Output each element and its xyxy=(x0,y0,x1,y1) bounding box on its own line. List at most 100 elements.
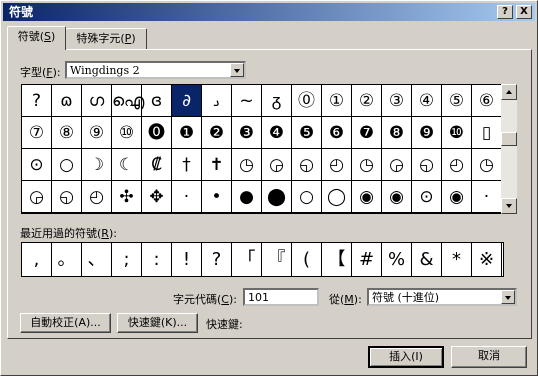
scroll-down-icon[interactable] xyxy=(501,198,517,214)
symbol-cell[interactable]: ⬤ xyxy=(262,181,292,213)
symbol-cell[interactable]: ɷ xyxy=(52,85,82,117)
symbol-cell[interactable]: ɞ xyxy=(142,85,172,117)
recent-symbol-cell[interactable]: # xyxy=(352,243,382,276)
symbol-cell[interactable]: ① xyxy=(322,85,352,117)
recent-symbol-cell[interactable]: * xyxy=(442,243,472,276)
scroll-up-icon[interactable] xyxy=(501,84,517,100)
from-select[interactable]: 符號 (十進位) xyxy=(367,288,517,306)
symbol-cell[interactable]: ◷ xyxy=(472,149,502,181)
recent-symbol-cell[interactable]: ? xyxy=(202,243,232,276)
symbol-cell[interactable]: ❷ xyxy=(202,117,232,149)
recent-symbol-cell[interactable]: 。 xyxy=(52,243,82,276)
symbol-cell[interactable]: ⑨ xyxy=(82,117,112,149)
recent-symbol-cell[interactable]: & xyxy=(412,243,442,276)
symbol-cell[interactable]: ~ xyxy=(232,85,262,117)
symbol-cell[interactable]: ③ xyxy=(382,85,412,117)
close-button[interactable]: X xyxy=(516,5,532,19)
symbol-cell[interactable]: ⊙ xyxy=(22,149,52,181)
symbol-cell[interactable]: ⑤ xyxy=(442,85,472,117)
symbol-cell[interactable]: ◶ xyxy=(262,149,292,181)
recent-symbol-cell[interactable]: ; xyxy=(112,243,142,276)
symbol-cell[interactable]: ❻ xyxy=(322,117,352,149)
symbol-cell[interactable]: ⑦ xyxy=(22,117,52,149)
symbol-cell[interactable]: ◶ xyxy=(382,149,412,181)
symbol-cell[interactable]: ⑧ xyxy=(52,117,82,149)
symbol-cell[interactable]: ഐ xyxy=(112,85,144,117)
recent-symbol-cell[interactable]: ※ xyxy=(472,243,502,276)
symbol-cell[interactable]: ☾ xyxy=(112,149,142,181)
symbol-cell[interactable]: ഗ xyxy=(82,85,112,117)
scroll-thumb[interactable] xyxy=(501,132,517,146)
recent-symbol-cell[interactable]: 『 xyxy=(262,243,292,276)
cancel-button[interactable]: 取消 xyxy=(451,346,527,368)
symbol-cell[interactable]: ₡ xyxy=(142,149,172,181)
tab-symbols[interactable]: 符號(S) xyxy=(7,26,66,50)
symbol-cell[interactable]: ⓪ xyxy=(292,85,322,117)
autocorrect-button[interactable]: 自動校正(A)... xyxy=(20,313,111,333)
symbol-cell[interactable]: ○ xyxy=(52,149,82,181)
recent-symbol-cell[interactable]: ! xyxy=(172,243,202,276)
symbol-cell[interactable]: ◉ xyxy=(382,181,412,213)
recent-symbols-list[interactable]: ,。、;:!? 「『(【#% & * ※ xyxy=(21,242,504,277)
symbol-cell[interactable]: ⓿ xyxy=(142,117,172,149)
recent-symbol-cell[interactable]: : xyxy=(142,243,172,276)
symbol-cell[interactable]: ✝ xyxy=(202,149,232,181)
symbol-cell[interactable]: · xyxy=(172,181,202,213)
symbol-cell[interactable]: ▯ xyxy=(472,117,502,149)
symbol-cell[interactable]: ☽ xyxy=(82,149,112,181)
symbol-cell[interactable]: ● xyxy=(232,181,262,213)
symbol-cell[interactable]: ◵ xyxy=(412,149,442,181)
symbol-cell[interactable]: ◉ xyxy=(352,181,382,213)
symbol-cell[interactable]: ❾ xyxy=(412,117,442,149)
insert-button[interactable]: 插入(I) xyxy=(368,346,444,368)
symbol-cell[interactable]: ② xyxy=(352,85,382,117)
shortcut-key-button[interactable]: 快速鍵(K)... xyxy=(117,313,198,333)
symbol-cell[interactable]: ◷ xyxy=(352,149,382,181)
symbol-cell[interactable]: ❺ xyxy=(292,117,322,149)
symbol-cell[interactable]: ◵ xyxy=(292,149,322,181)
symbol-cell[interactable]: ◴ xyxy=(82,181,112,213)
symbol-cell[interactable]: ❶ xyxy=(172,117,202,149)
chevron-down-icon[interactable] xyxy=(230,63,244,77)
symbol-cell[interactable]: ◵ xyxy=(52,181,82,213)
symbol-cell[interactable]: ◴ xyxy=(322,149,352,181)
recent-symbol-cell[interactable]: , xyxy=(22,243,52,276)
symbol-cell[interactable]: ᵹ xyxy=(262,85,292,117)
symbol-cell[interactable]: ❸ xyxy=(232,117,262,149)
symbol-grid[interactable]: ? ɷ ഗ ഐ ɞ ∂ ࡅ ~ ᵹ ⓪ ① ② ③ ④ ⑤ ⑥ ⑦ ⑧ ⑨ ⑩ ⓿ ❶ ❷ ❸ ❹ ❺ ❻ ❼ ❽ ❾ ❿ ▯ ⊙ ○ ☽ ☾ ₡ † ✝ ◷… xyxy=(21,84,503,214)
symbol-cell[interactable]: ? xyxy=(22,85,52,117)
recent-symbol-cell[interactable]: 「 xyxy=(232,243,262,276)
symbol-cell[interactable]: ✣ xyxy=(112,181,142,213)
recent-symbol-cell[interactable]: ( xyxy=(292,243,322,276)
recent-symbol-cell[interactable]: 、 xyxy=(82,243,112,276)
symbol-cell[interactable]: ❿ xyxy=(442,117,472,149)
font-select[interactable]: Wingdings 2 xyxy=(65,61,246,79)
symbol-cell[interactable]: ⑥ xyxy=(472,85,502,117)
symbol-cell[interactable]: · xyxy=(472,181,502,213)
help-button[interactable]: ? xyxy=(497,5,513,19)
symbol-cell[interactable]: ◯ xyxy=(322,181,352,213)
symbol-cell[interactable]: ◉ xyxy=(442,181,472,213)
symbol-cell[interactable]: ④ xyxy=(412,85,442,117)
symbol-cell[interactable]: ❼ xyxy=(352,117,382,149)
symbol-cell[interactable]: † xyxy=(172,149,202,181)
tab-special-characters[interactable]: 特殊字元(P) xyxy=(65,28,147,49)
recent-symbol-cell[interactable]: % xyxy=(382,243,412,276)
charcode-input[interactable]: 101 xyxy=(243,288,319,306)
symbol-cell[interactable]: ࡅ xyxy=(202,85,232,117)
chevron-down-icon[interactable] xyxy=(501,290,515,304)
symbol-cell[interactable]: ❽ xyxy=(382,117,412,149)
shortcut-key-label: 快速鍵: xyxy=(206,318,243,331)
recent-symbol-cell[interactable]: 【 xyxy=(322,243,352,276)
symbol-cell[interactable]: ❹ xyxy=(262,117,292,149)
symbol-grid-scrollbar[interactable] xyxy=(501,84,517,214)
symbol-cell[interactable]: ⊙ xyxy=(412,181,442,213)
symbol-cell[interactable]: ○ xyxy=(292,181,322,213)
symbol-cell[interactable]: ◶ xyxy=(22,181,52,213)
symbol-cell[interactable]: ✥ xyxy=(142,181,172,213)
symbol-cell[interactable]: • xyxy=(202,181,232,213)
symbol-cell[interactable]: ∂ xyxy=(172,85,202,117)
symbol-cell[interactable]: ◴ xyxy=(442,149,472,181)
symbol-cell[interactable]: ◷ xyxy=(232,149,262,181)
symbol-cell[interactable]: ⑩ xyxy=(112,117,142,149)
